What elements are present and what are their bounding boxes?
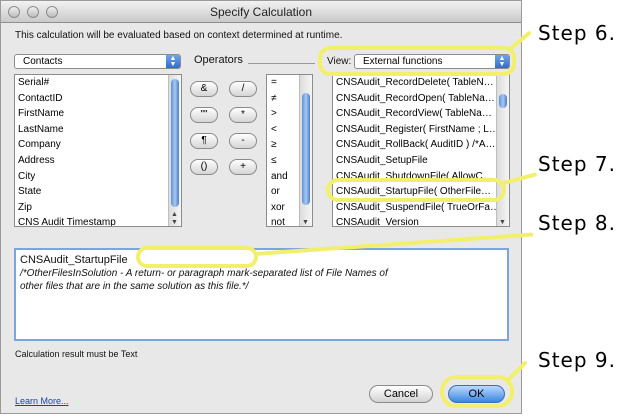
operator-list-item[interactable]: ≤ (271, 155, 277, 166)
operators-divider (248, 63, 315, 64)
field-list-item[interactable]: Company (18, 139, 61, 150)
function-list-item[interactable]: CNSAudit_SetupFile (336, 155, 428, 166)
operator-list-scroll-thumb[interactable] (302, 93, 310, 205)
field-list-scrollbar[interactable]: ▲ ▼ (168, 75, 181, 226)
operator-list-item[interactable]: and (271, 171, 288, 182)
operator-list-scrollbar[interactable]: ▼ (299, 75, 312, 226)
field-list-item[interactable]: Address (18, 155, 55, 166)
view-selector-highlight (318, 46, 516, 76)
field-list-item[interactable]: FirstName (18, 108, 64, 119)
scroll-down-icon[interactable]: ▼ (171, 219, 178, 226)
step-6-label: Step 6. (538, 21, 616, 45)
formula-line-2: /*OtherFilesInSolution - A return- or pa… (20, 268, 388, 279)
quotes-button[interactable]: "" (190, 107, 218, 123)
field-list-scroll-thumb[interactable] (171, 79, 179, 207)
multiply-button[interactable]: * (229, 107, 257, 123)
cancel-button[interactable]: Cancel (369, 385, 433, 403)
divide-button[interactable]: / (229, 81, 257, 97)
ok-button-highlight (440, 375, 514, 408)
function-list-item[interactable]: CNSAudit_RecordDelete( TableN… (336, 77, 494, 88)
operator-list-item[interactable]: < (271, 124, 277, 135)
table-selector[interactable]: Contacts ▲ ▼ (14, 54, 181, 69)
function-list-item[interactable]: CNSAudit_RecordView( TableNa… (336, 108, 492, 119)
operator-list-item[interactable]: xor (271, 202, 285, 213)
field-list-item[interactable]: State (18, 186, 41, 197)
formula-editor[interactable]: CNSAudit_StartupFile /*OtherFilesInSolut… (14, 248, 509, 341)
field-list-item[interactable]: CNS Audit Timestamp (18, 217, 116, 226)
formula-line-1: CNSAudit_StartupFile (20, 254, 128, 266)
parentheses-button[interactable]: () (190, 159, 218, 175)
scroll-down-icon[interactable]: ▼ (302, 219, 309, 226)
result-type-text: Calculation result must be Text (15, 349, 138, 359)
function-list-scrollbar[interactable]: ▼ (496, 75, 509, 226)
field-list-item[interactable]: Zip (18, 202, 32, 213)
operator-list-item[interactable]: = (271, 77, 277, 88)
function-list-item[interactable]: CNSAudit_RollBack( AuditID ) /*A… (336, 139, 496, 150)
function-list-item[interactable]: CNSAudit_SuspendFile( TrueOrFa… (336, 202, 500, 213)
step-8-label: Step 8. (538, 211, 616, 235)
field-list-item[interactable]: City (18, 171, 35, 182)
function-list-item[interactable]: CNSAudit_RecordOpen( TableNa… (336, 93, 495, 104)
function-list-item[interactable]: CNSAudit_Version (336, 217, 419, 226)
title-bar: Specify Calculation (1, 1, 521, 23)
operator-list-item[interactable]: ≥ (271, 139, 277, 150)
field-list-item[interactable]: ContactID (18, 93, 62, 104)
operators-label: Operators (194, 54, 243, 66)
field-list-item[interactable]: LastName (18, 124, 64, 135)
popup-arrows-icon: ▲ ▼ (166, 55, 180, 68)
field-list[interactable]: Serial# ContactID FirstName LastName Company… (14, 74, 182, 227)
ampersand-button[interactable]: & (190, 81, 218, 97)
operator-list-item[interactable]: not (271, 217, 285, 226)
table-selector-value: Contacts (23, 56, 63, 67)
minus-button[interactable]: - (229, 133, 257, 149)
field-list-item[interactable]: Serial# (18, 77, 49, 88)
formula-insertion-highlight (136, 246, 258, 268)
pilcrow-button[interactable]: ¶ (190, 133, 218, 149)
plus-button[interactable]: + (229, 159, 257, 175)
function-list[interactable]: CNSAudit_RecordDelete( TableN… CNSAudit_R… (332, 74, 510, 227)
startup-function-highlight (326, 178, 506, 202)
step-9-label: Step 9. (538, 348, 616, 372)
operator-list-item[interactable]: or (271, 186, 280, 197)
operator-list-item[interactable]: ≠ (271, 93, 277, 104)
operator-list-item[interactable]: > (271, 108, 277, 119)
window-title: Specify Calculation (209, 5, 313, 19)
function-list-scroll-thumb[interactable] (499, 94, 507, 108)
scroll-down-icon[interactable]: ▼ (499, 219, 506, 226)
operator-list[interactable]: = ≠ > < ≥ ≤ and or xor not ▼ (266, 74, 313, 227)
formula-line-3: other files that are in the same solutio… (20, 281, 249, 292)
learn-more-link[interactable]: Learn More... (15, 396, 69, 406)
scroll-up-icon[interactable]: ▲ (171, 211, 178, 218)
context-description: This calculation will be evaluated based… (15, 30, 343, 41)
step-7-label: Step 7. (538, 152, 616, 176)
function-list-item[interactable]: CNSAudit_Register( FirstName ; L… (336, 124, 499, 135)
